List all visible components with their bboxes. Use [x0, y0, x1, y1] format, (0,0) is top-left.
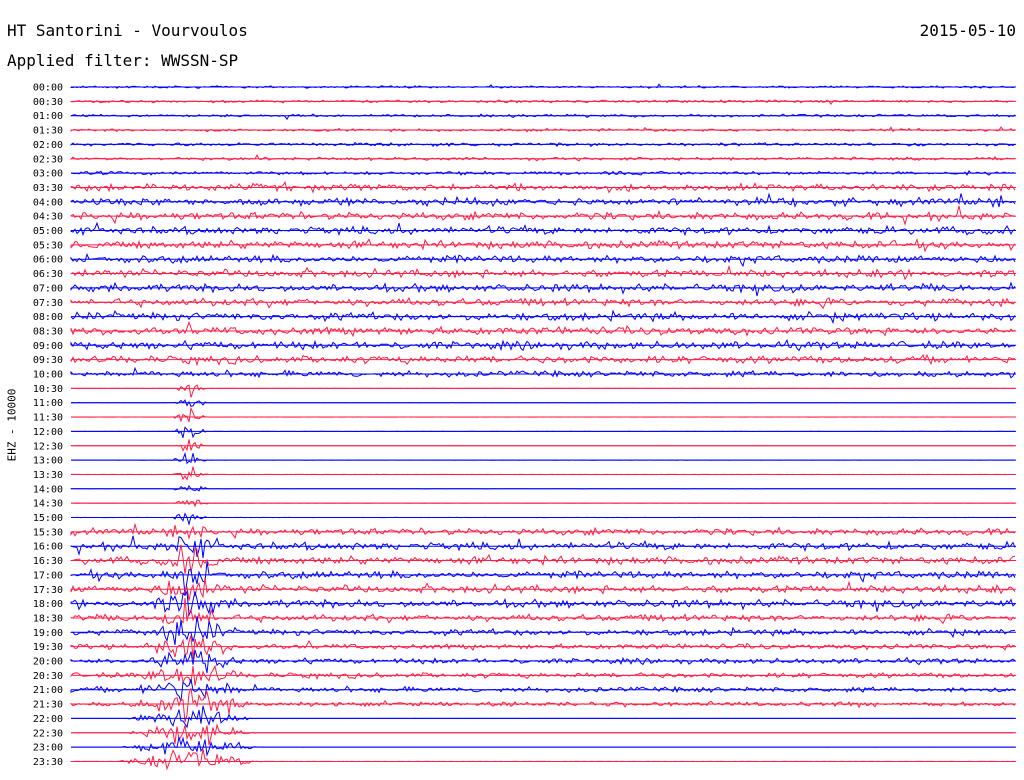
seismic-trace-row — [70, 221, 1016, 237]
seismic-trace-row — [70, 296, 1016, 310]
seismic-trace-row — [71, 406, 1015, 423]
seismic-trace-row — [71, 466, 1016, 481]
time-tick-label: 13:00 — [33, 456, 63, 467]
time-tick-label: 15:30 — [33, 527, 63, 538]
time-tick-label: 12:30 — [33, 441, 63, 452]
time-tick-label: 11:30 — [33, 413, 63, 424]
time-tick-label: 17:30 — [33, 585, 63, 596]
seismic-trace-row — [70, 439, 1016, 452]
seismic-trace-row — [70, 154, 1016, 162]
seismic-trace-row — [70, 205, 1016, 227]
seismic-trace-row — [70, 544, 1016, 574]
seismic-trace-row — [70, 535, 1016, 559]
time-tick-label: 01:00 — [33, 111, 63, 122]
seismic-trace-row — [70, 522, 1016, 540]
seismic-trace-row — [70, 126, 1016, 133]
time-tick-label: 02:00 — [33, 140, 63, 151]
time-tick-label: 07:30 — [33, 298, 63, 309]
seismic-trace-row — [70, 320, 1016, 338]
time-tick-label: 03:30 — [33, 183, 63, 194]
time-tick-label: 03:00 — [33, 169, 63, 180]
time-tick-label: 14:30 — [33, 499, 63, 510]
time-tick-label: 02:30 — [33, 154, 63, 165]
time-tick-label: 16:30 — [33, 556, 63, 567]
time-tick-label: 22:30 — [33, 728, 63, 739]
time-tick-label: 05:00 — [33, 226, 63, 237]
time-tick-label: 04:30 — [33, 212, 63, 223]
time-tick-label: 14:00 — [33, 484, 63, 495]
seismic-trace-row — [70, 264, 1016, 281]
seismic-trace-row — [71, 384, 1016, 398]
seismic-trace-row — [70, 83, 1016, 89]
seismic-trace-row — [71, 736, 1015, 757]
time-tick-label: 04:00 — [33, 197, 63, 208]
time-tick-label: 23:30 — [33, 757, 63, 768]
seismic-trace-row — [70, 238, 1016, 253]
time-tick-label: 18:00 — [33, 599, 63, 610]
seismic-trace-row — [70, 723, 1016, 746]
seismic-trace-row — [70, 366, 1016, 379]
time-tick-label: 23:00 — [33, 743, 63, 754]
helicorder-plot: 00:00 00:30 01:00 01:30 02:00 02:30 03:00 03:30… — [33, 83, 1016, 771]
time-tick-label: 21:30 — [33, 700, 63, 711]
seismic-trace-row — [70, 748, 1015, 771]
time-tick-label: 13:30 — [33, 470, 63, 481]
time-tick-label: 05:30 — [33, 240, 63, 251]
time-tick-label: 20:30 — [33, 671, 63, 682]
time-tick-label: 08:00 — [33, 312, 63, 323]
seismic-trace-row — [71, 426, 1016, 439]
seismic-trace-row — [71, 705, 1015, 729]
seismic-trace-row — [70, 281, 1016, 297]
seismic-trace-row — [70, 485, 1015, 492]
seismic-traces — [70, 83, 1016, 771]
time-tick-label: 08:30 — [33, 326, 63, 337]
seismic-trace-row — [70, 170, 1016, 176]
time-tick-label: 19:00 — [33, 628, 63, 639]
seismic-trace-row — [71, 512, 1015, 526]
time-tick-label: 06:00 — [33, 255, 63, 266]
time-tick-label: 22:00 — [33, 714, 63, 725]
time-tick-label: 16:00 — [33, 542, 63, 553]
time-tick-label: 18:30 — [33, 613, 63, 624]
time-tick-label: 17:00 — [33, 570, 63, 581]
seismic-trace-row — [70, 192, 1016, 209]
time-tick-label: 10:00 — [33, 370, 63, 381]
time-tick-label: 06:30 — [33, 269, 63, 280]
seismic-trace-row — [70, 113, 1016, 121]
time-tick-label: 00:00 — [33, 83, 63, 94]
time-tick-label: 09:30 — [33, 355, 63, 366]
time-tick-label: 19:30 — [33, 642, 63, 653]
time-tick-label: 00:30 — [33, 97, 63, 108]
time-tick-label: 20:00 — [33, 657, 63, 668]
time-tick-label: 21:00 — [33, 685, 63, 696]
time-tick-label: 10:30 — [33, 384, 63, 395]
time-tick-label: 09:00 — [33, 341, 63, 352]
seismic-trace-row — [70, 616, 1016, 645]
seismic-trace-row — [71, 499, 1015, 508]
time-tick-label: 07:00 — [33, 283, 63, 294]
seismic-trace-row — [71, 451, 1016, 465]
time-tick-labels: 00:00 00:30 01:00 01:30 02:00 02:30 03:00 03:30… — [33, 83, 63, 768]
time-tick-label: 15:00 — [33, 513, 63, 524]
time-tick-label: 11:00 — [33, 398, 63, 409]
seismic-trace-row — [70, 688, 1016, 723]
seismic-trace-row — [70, 252, 1016, 268]
time-tick-label: 12:00 — [33, 427, 63, 438]
seismic-trace-row — [70, 99, 1016, 105]
time-tick-label: 01:30 — [33, 126, 63, 137]
